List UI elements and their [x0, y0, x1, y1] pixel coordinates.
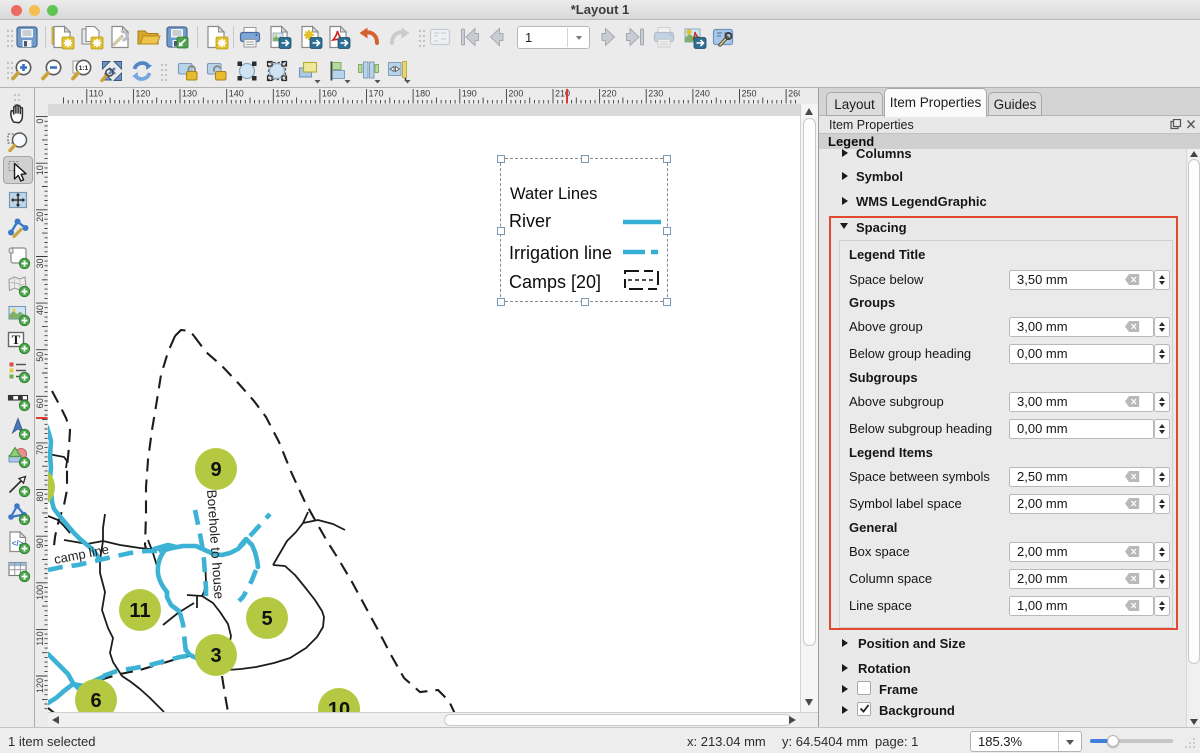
svg-text:130: 130 — [182, 89, 197, 99]
svg-text:220: 220 — [602, 89, 617, 99]
svg-text:110: 110 — [89, 89, 103, 99]
svg-text:260: 260 — [788, 89, 800, 99]
svg-text:140: 140 — [229, 89, 244, 99]
svg-text:120: 120 — [35, 678, 45, 693]
svg-text:5: 5 — [261, 608, 272, 630]
svg-text:T: T — [12, 332, 21, 347]
svg-text:50: 50 — [35, 352, 45, 362]
svg-text:20: 20 — [35, 212, 45, 222]
svg-text:90: 90 — [35, 538, 45, 548]
svg-text:10: 10 — [328, 699, 350, 712]
svg-text:40: 40 — [35, 305, 45, 315]
svg-text:180: 180 — [415, 89, 430, 99]
svg-text:3: 3 — [210, 645, 221, 667]
svg-text:1:1: 1:1 — [79, 65, 89, 72]
svg-text:70: 70 — [35, 445, 45, 455]
svg-text:60: 60 — [35, 398, 45, 408]
svg-text:9: 9 — [210, 459, 221, 481]
svg-text:30: 30 — [35, 259, 45, 269]
svg-text:6: 6 — [90, 690, 101, 712]
svg-text:110: 110 — [35, 631, 45, 645]
svg-text:170: 170 — [369, 89, 384, 99]
svg-text:11: 11 — [129, 600, 150, 622]
svg-text:0: 0 — [35, 119, 45, 124]
svg-text:230: 230 — [648, 89, 663, 99]
svg-text:240: 240 — [695, 89, 710, 99]
svg-text:160: 160 — [322, 89, 337, 99]
svg-text:190: 190 — [462, 89, 477, 99]
svg-text:80: 80 — [35, 492, 45, 502]
svg-text:120: 120 — [135, 89, 150, 99]
svg-text:200: 200 — [508, 89, 523, 99]
svg-text:150: 150 — [275, 89, 290, 99]
svg-text:250: 250 — [742, 89, 757, 99]
svg-text:100: 100 — [35, 585, 45, 600]
svg-text:10: 10 — [35, 165, 45, 175]
